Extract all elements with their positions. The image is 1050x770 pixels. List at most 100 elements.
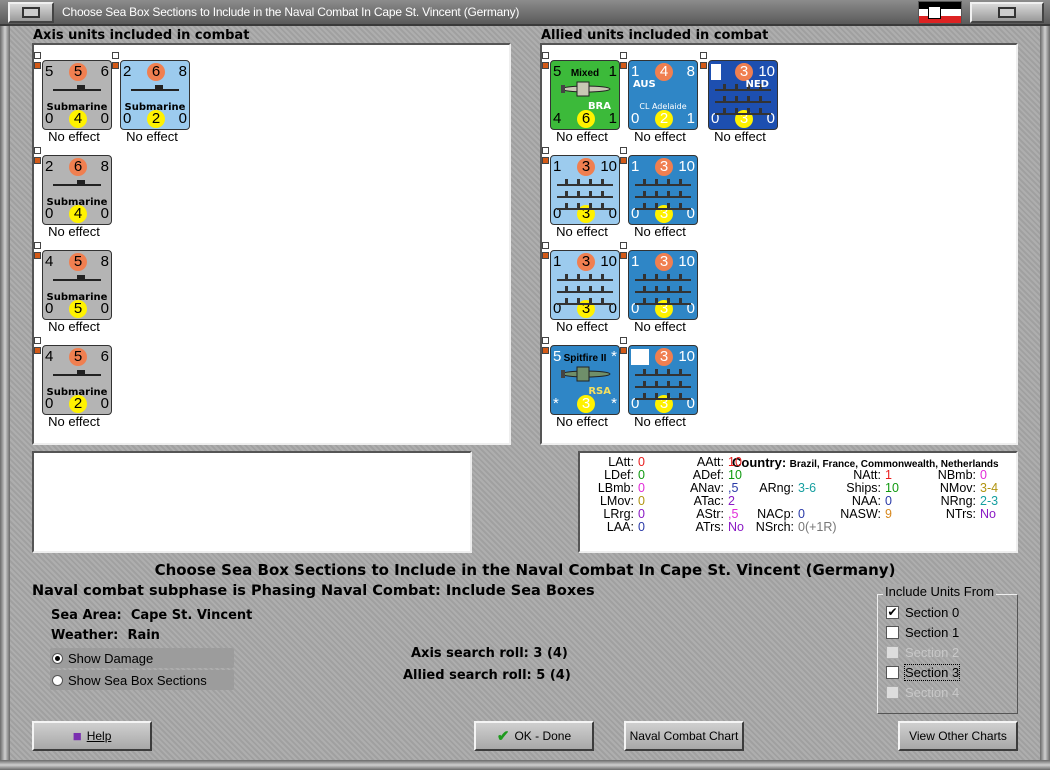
section-label: Section 4 (905, 685, 960, 700)
stat-row: NRng: 2-3 (920, 494, 999, 508)
section-checkbox[interactable]: ✔ Section 0 (886, 604, 959, 621)
allied-unit-counter[interactable]: 1 3 10 0 3 0 No effect (620, 242, 700, 334)
ship-superstructure (735, 84, 738, 89)
unit-type-marker-icon (542, 157, 549, 164)
stat-row: ATrs: No (670, 520, 744, 534)
axis-counter-face[interactable]: 4 5 8 0 5 0 Submarine (42, 250, 112, 320)
checkbox-empty-icon[interactable] (886, 626, 899, 639)
section-checkbox[interactable]: Section 1 (886, 624, 959, 641)
stat-value: 0 (638, 520, 645, 534)
submarine-icon (53, 275, 101, 283)
allied-counter-face[interactable]: 1 3 10 0 3 0 (628, 155, 698, 225)
stat-label: ARng: (759, 481, 794, 495)
ship-superstructure (589, 179, 592, 184)
maximize-button[interactable] (970, 2, 1044, 23)
allied-unit-counter[interactable]: 1 3 10 0 3 0 No effect (542, 242, 622, 334)
allied-counter-face[interactable]: 1 3 10 0 3 0 (550, 250, 620, 320)
ship-superstructure (667, 393, 670, 398)
stat-value: 9 (885, 507, 892, 521)
defense-value: 6 (577, 110, 595, 128)
axis-counter-face[interactable]: 5 5 6 0 4 0 Submarine (42, 60, 112, 130)
combat-effect-text: No effect (48, 129, 100, 144)
checkbox-empty-icon[interactable] (886, 666, 899, 679)
unit-type-marker-icon (34, 347, 41, 354)
section-checkbox[interactable]: Section 3 (886, 664, 961, 681)
ship-hull (635, 303, 691, 305)
axis-unit-counter[interactable]: 5 5 6 0 4 0 Submarine No effect (34, 52, 114, 144)
ship-superstructure (643, 274, 646, 279)
ok-done-button[interactable]: ✔ OK - Done (474, 721, 594, 751)
checkbox-checked-icon[interactable]: ✔ (886, 606, 899, 619)
combat-effect-text: No effect (126, 129, 178, 144)
stat-value: 10 (728, 468, 742, 482)
allied-counter-face[interactable]: 1 4 8 0 2 1 AUS CL Adelaide (628, 60, 698, 130)
radio-empty-icon[interactable] (52, 674, 63, 686)
allied-unit-counter[interactable]: 5 1 4 6 1 Mixed BRA No effect (542, 52, 622, 144)
axis-counter-face[interactable]: 2 6 8 0 2 0 Submarine (120, 60, 190, 130)
stat-value: 10 (885, 481, 899, 495)
allied-unit-counter[interactable]: 1 3 10 0 3 0 No effect (542, 147, 622, 239)
allied-unit-counter[interactable]: 2 3 10 0 3 0 NED No effect (700, 52, 780, 144)
stat-row: NAA: 0 (823, 494, 892, 508)
allied-counter-face[interactable]: 1 3 10 0 3 0 (550, 155, 620, 225)
country-label: BRA (587, 101, 611, 112)
unit-marker-icon (34, 242, 41, 249)
ship-silhouettes-icon (635, 176, 691, 218)
stat-label: LDef: (604, 468, 634, 482)
stat-value: 0 (798, 507, 805, 521)
radio-selected-icon[interactable] (52, 652, 63, 664)
axis-unit-counter[interactable]: 2 6 8 0 2 0 Submarine No effect (112, 52, 192, 144)
stat-row: ADef: 10 (670, 468, 742, 482)
ship-superstructure (577, 179, 580, 184)
stat-row: AAtt: 10 (670, 455, 742, 469)
show-damage-radio[interactable]: Show Damage (50, 648, 234, 668)
unit-name: Submarine (46, 102, 108, 113)
defense-value: 3 (577, 395, 595, 413)
ship-superstructure (565, 286, 568, 291)
axis-unit-counter[interactable]: 4 5 8 0 5 0 Submarine No effect (34, 242, 114, 334)
allied-unit-counter[interactable]: 5 * * 3 * Spitfire II RSA No effect (542, 337, 622, 429)
show-sections-radio[interactable]: Show Sea Box Sections (50, 670, 234, 690)
checkbox-empty-icon (886, 686, 899, 699)
section-label: Section 3 (903, 664, 961, 681)
help-button[interactable]: ■ Help (32, 721, 152, 751)
axis-search-roll: Axis search roll: 3 (4) (411, 646, 568, 661)
ship-superstructure (667, 286, 670, 291)
ship-superstructure (759, 108, 762, 113)
right-frame (1040, 26, 1050, 770)
stat-row: ARng: 3-6 (746, 481, 816, 495)
allied-search-roll: Allied search roll: 5 (4) (403, 668, 571, 683)
stat-value: ,5 (728, 507, 739, 521)
allied-unit-counter[interactable]: 1 4 8 0 2 1 AUS CL Adelaide No effect (620, 52, 700, 144)
unit-name: Submarine (46, 197, 108, 208)
naval-combat-chart-button[interactable]: Naval Combat Chart (624, 721, 744, 751)
stat-label: LAtt: (608, 455, 634, 469)
ship-silhouettes-icon (635, 271, 691, 313)
allied-counter-face[interactable]: 2 3 10 0 3 0 NED (708, 60, 778, 130)
allied-counter-face[interactable]: 1 3 10 0 3 0 (628, 250, 698, 320)
stat-row: LRrg: 0 (582, 507, 645, 521)
axis-unit-counter[interactable]: 4 5 6 0 2 0 Submarine No effect (34, 337, 114, 429)
allied-counter-face[interactable]: 11 3 10 0 3 0 (628, 345, 698, 415)
ship-superstructure (643, 286, 646, 291)
combat-effect-text: No effect (556, 319, 608, 334)
stat-label: ATrs: (695, 520, 724, 534)
stat-label: NSrch: (755, 520, 794, 534)
stat-label: NASW: (840, 507, 881, 521)
allied-unit-counter[interactable]: 1 3 10 0 3 0 No effect (620, 147, 700, 239)
view-other-charts-button[interactable]: View Other Charts (898, 721, 1018, 751)
unit-marker-icon (542, 52, 549, 59)
axis-unit-counter[interactable]: 2 6 8 0 4 0 Submarine No effect (34, 147, 114, 239)
stat-row: NBmb: 0 (920, 468, 987, 482)
stat-row: NASW: 9 (823, 507, 892, 521)
allied-unit-counter[interactable]: 11 3 10 0 3 0 No effect (620, 337, 700, 429)
unit-marker-icon (34, 337, 41, 344)
allied-counter-face[interactable]: 5 1 4 6 1 Mixed BRA (550, 60, 620, 130)
allied-counter-face[interactable]: 5 * * 3 * Spitfire II RSA (550, 345, 620, 415)
ship-superstructure (735, 96, 738, 101)
axis-counter-face[interactable]: 4 5 6 0 2 0 Submarine (42, 345, 112, 415)
minimize-button[interactable] (8, 2, 54, 23)
stat-row: LAA: 0 (582, 520, 645, 534)
stat-label: ATac: (693, 494, 724, 508)
axis-counter-face[interactable]: 2 6 8 0 4 0 Submarine (42, 155, 112, 225)
